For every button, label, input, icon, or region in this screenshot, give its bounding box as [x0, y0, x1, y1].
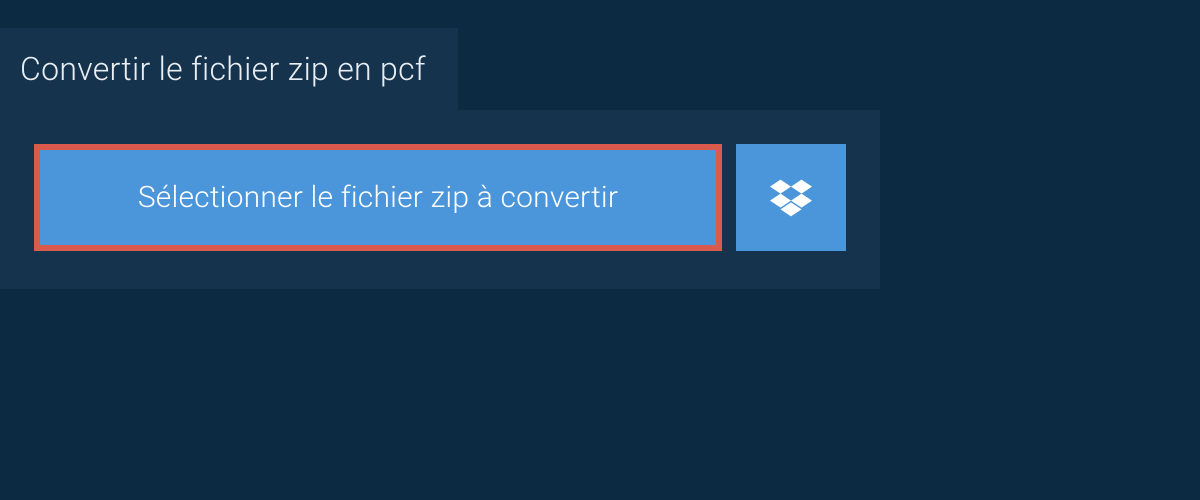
dropbox-button[interactable]: [736, 144, 846, 251]
header-tab: Convertir le fichier zip en pcf: [0, 28, 458, 110]
page-title: Convertir le fichier zip en pcf: [20, 50, 426, 88]
dropbox-icon: [770, 179, 812, 217]
upload-panel: Sélectionner le fichier zip à convertir: [0, 110, 880, 289]
select-file-label: Sélectionner le fichier zip à convertir: [138, 180, 618, 215]
select-file-button[interactable]: Sélectionner le fichier zip à convertir: [34, 144, 722, 251]
button-row: Sélectionner le fichier zip à convertir: [34, 144, 846, 251]
